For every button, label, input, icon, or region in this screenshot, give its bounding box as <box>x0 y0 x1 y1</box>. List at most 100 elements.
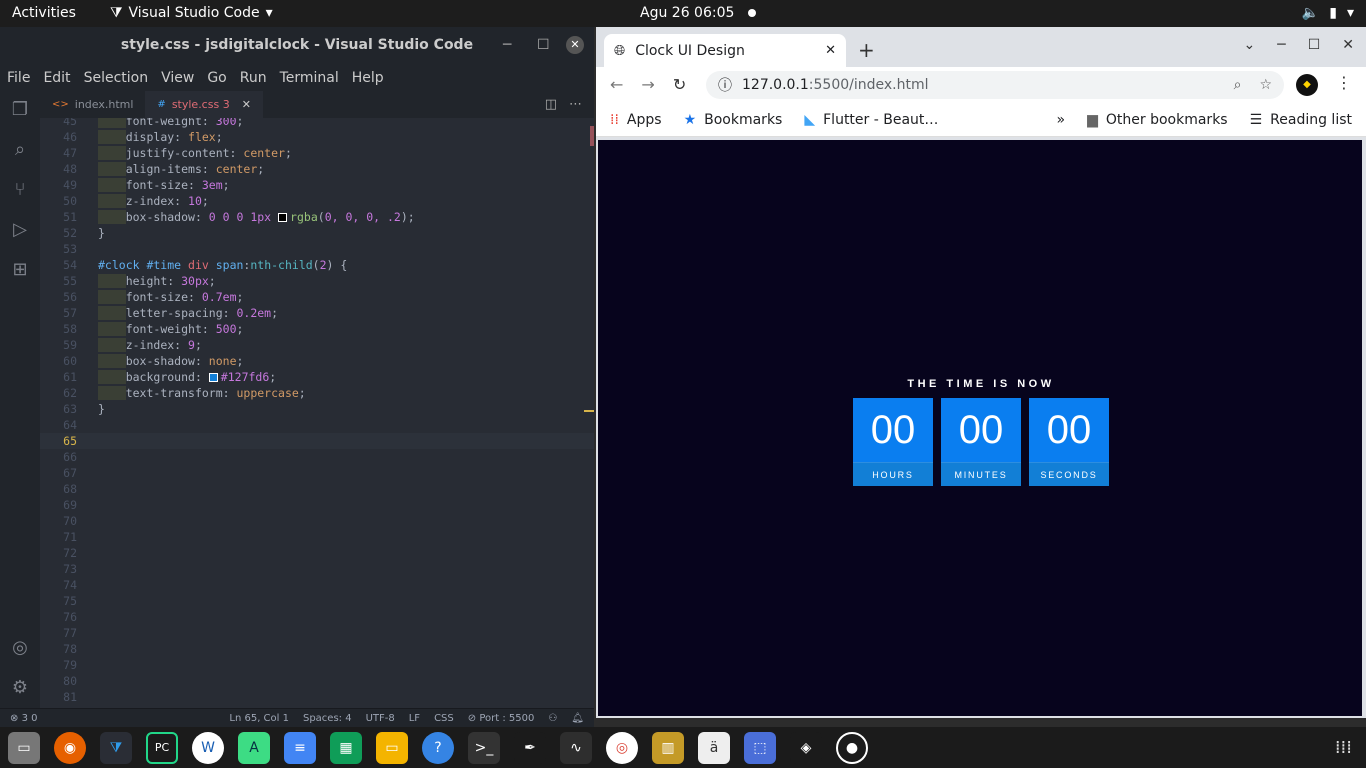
tab-style-css[interactable]: # style.css 3 ✕ <box>145 91 263 118</box>
menu-go[interactable]: Go <box>207 70 226 86</box>
cursor-position[interactable]: Ln 65, Col 1 <box>229 713 289 724</box>
line-number: 79 <box>63 658 77 672</box>
notifications-bell-icon[interactable]: 🔔︎ <box>571 713 584 724</box>
encoding[interactable]: UTF-8 <box>366 713 395 724</box>
menu-help[interactable]: Help <box>352 70 384 86</box>
star-icon[interactable]: ☆ <box>1259 77 1272 93</box>
color-swatch-icon[interactable] <box>208 373 218 382</box>
explorer-icon[interactable]: ❐ <box>9 99 31 121</box>
docs-icon[interactable]: ≡ <box>284 731 316 764</box>
source-control-icon[interactable]: ⑂ <box>9 179 31 201</box>
pycharm-icon[interactable]: PC <box>146 731 178 764</box>
account-icon[interactable]: ◎ <box>9 637 31 659</box>
language-mode[interactable]: CSS <box>434 713 454 724</box>
line-number: 69 <box>63 498 77 512</box>
editor-tabs: <> index.html # style.css 3 ✕ ◫ ⋯ <box>40 91 594 118</box>
tab-label: style.css 3 <box>171 98 230 111</box>
android-studio-icon[interactable]: A <box>238 731 270 764</box>
line-number: 75 <box>63 594 77 608</box>
terminal-icon[interactable]: >_ <box>468 731 500 764</box>
menu-run[interactable]: Run <box>240 70 267 86</box>
scrollbar-cursor-marker <box>584 410 594 412</box>
bookmark-apps[interactable]: ⁞⁞ Apps <box>610 112 662 128</box>
line-number: 55 <box>63 274 77 288</box>
wps-writer-icon[interactable]: W <box>192 731 224 764</box>
profile-avatar[interactable]: ◆ <box>1296 74 1318 96</box>
activities-button[interactable]: Activities <box>12 0 76 27</box>
obs-icon[interactable]: ● <box>836 731 868 764</box>
slides-icon[interactable]: ▭ <box>376 731 408 764</box>
address-bar[interactable]: ⓘ 127.0.0.1:5500/index.html ⌕ ☆ <box>706 71 1284 99</box>
line-number: 72 <box>63 546 77 560</box>
code-line: background: #127fd6; <box>98 369 276 385</box>
live-server-port[interactable]: ⊘ Port : 5500 <box>468 713 535 724</box>
tab-index-html[interactable]: <> index.html <box>40 91 145 118</box>
bookmark-label: Other bookmarks <box>1105 111 1228 128</box>
minimize-button[interactable]: ─ <box>1277 37 1285 53</box>
vpn-icon[interactable]: ◈ <box>790 731 822 764</box>
close-button[interactable]: ✕ <box>1342 37 1354 53</box>
end-of-line[interactable]: LF <box>409 713 420 724</box>
menu-selection[interactable]: Selection <box>84 70 149 86</box>
reload-icon[interactable]: ↻ <box>673 75 686 94</box>
screenshot-icon[interactable]: ⬚ <box>744 731 776 764</box>
split-editor-icon[interactable]: ◫ <box>545 97 557 112</box>
reading-list[interactable]: ☰ Reading list <box>1250 112 1352 128</box>
minimize-button[interactable]: ─ <box>503 27 511 64</box>
tab-search-icon[interactable]: ⌄ <box>1244 37 1256 53</box>
close-tab-icon[interactable]: ✕ <box>825 43 836 58</box>
chrome-icon[interactable]: ◎ <box>606 731 638 764</box>
more-bookmarks-icon[interactable]: » <box>1057 112 1066 128</box>
reading-list-icon: ☰ <box>1249 111 1263 128</box>
inkscape-icon[interactable]: ✒ <box>514 731 546 764</box>
sheets-icon[interactable]: ▦ <box>330 731 362 764</box>
help-icon[interactable]: ? <box>422 731 454 764</box>
tab-strip: 🌐︎ Clock UI Design ✕ + ⌄ ─ ☐ ✕ <box>596 27 1366 67</box>
back-arrow-icon[interactable]: ← <box>610 75 623 94</box>
chrome-menu-icon[interactable]: ⋮ <box>1336 73 1352 92</box>
menu-view[interactable]: View <box>161 70 194 86</box>
color-swatch-icon[interactable] <box>278 213 288 222</box>
datetime[interactable]: Agu 26 06:05 <box>640 0 757 27</box>
archive-icon[interactable]: ▥ <box>652 731 684 764</box>
code-line: letter-spacing: 0.2em; <box>98 305 278 321</box>
text-editor-icon[interactable]: ä <box>698 731 730 764</box>
zoom-icon[interactable]: ⌕ <box>1234 77 1242 93</box>
line-number: 64 <box>63 418 77 432</box>
menu-terminal[interactable]: Terminal <box>280 70 339 86</box>
close-button[interactable]: ✕ <box>566 36 584 54</box>
bookmark-bookmarks[interactable]: ★ Bookmarks <box>684 112 783 128</box>
close-icon[interactable]: ✕ <box>242 98 251 111</box>
new-tab-button[interactable]: + <box>858 38 875 62</box>
other-bookmarks[interactable]: ▆ Other bookmarks <box>1087 112 1227 128</box>
line-number: 67 <box>63 466 77 480</box>
browser-tab[interactable]: 🌐︎ Clock UI Design ✕ <box>604 34 846 67</box>
more-actions-icon[interactable]: ⋯ <box>569 97 582 112</box>
maximize-button[interactable]: ☐ <box>537 27 550 64</box>
indentation[interactable]: Spaces: 4 <box>303 713 352 724</box>
run-debug-icon[interactable]: ▷ <box>9 219 31 241</box>
feedback-icon[interactable]: ⚇ <box>548 713 557 724</box>
menu-edit[interactable]: Edit <box>43 70 70 86</box>
search-icon[interactable]: ⌕ <box>9 139 31 161</box>
show-applications-icon[interactable]: ⁞⁞⁞ <box>1335 737 1352 758</box>
system-tray[interactable]: 🔈 ▮ ▾ <box>1302 0 1354 27</box>
problems-count: 3 0 <box>21 712 38 724</box>
code-line: z-index: 10; <box>98 193 209 209</box>
forward-arrow-icon[interactable]: → <box>641 75 654 94</box>
seconds-value: 00 <box>1046 408 1092 452</box>
system-monitor-icon[interactable]: ∿ <box>560 731 592 764</box>
extensions-icon[interactable]: ⊞ <box>9 259 31 281</box>
code-editor[interactable]: 45 font-weight: 300; 46 display: flex; 4… <box>40 118 594 708</box>
line-number: 68 <box>63 482 77 496</box>
firefox-icon[interactable]: ◉ <box>54 731 86 764</box>
maximize-button[interactable]: ☐ <box>1308 37 1321 53</box>
problems-indicator[interactable]: ⊗ 3 0 <box>10 713 37 724</box>
bookmark-flutter[interactable]: ◣ Flutter - Beaut… <box>804 112 938 128</box>
line-number: 77 <box>63 626 77 640</box>
vscode-icon[interactable]: ⧩ <box>100 731 132 764</box>
settings-gear-icon[interactable]: ⚙ <box>9 677 31 699</box>
menu-file[interactable]: File <box>7 70 30 86</box>
app-menu[interactable]: ⧩ Visual Studio Code ▾ <box>110 0 273 27</box>
files-icon[interactable]: ▭ <box>8 731 40 764</box>
